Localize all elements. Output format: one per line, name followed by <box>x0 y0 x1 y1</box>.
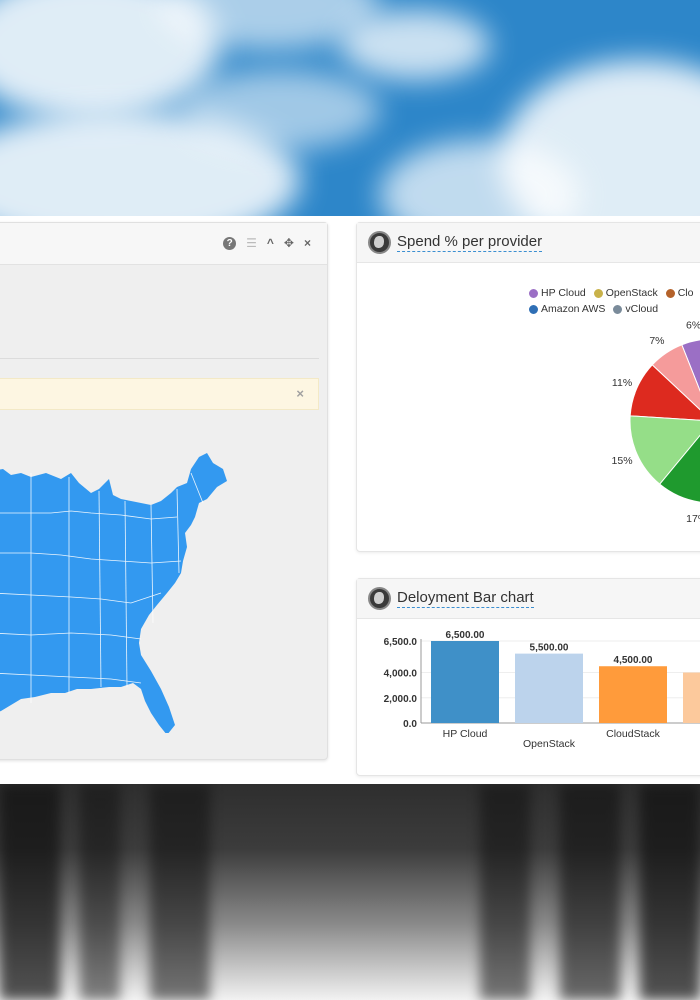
help-icon[interactable]: ? <box>223 236 237 250</box>
server-room-background <box>0 784 700 1000</box>
bar-value-label: 5,500.00 <box>530 643 569 654</box>
pie-slice-label: 15% <box>612 455 633 467</box>
bar-value-label: 6,500.00 <box>446 630 485 641</box>
pie-chart: 6% 7% 11% 15% 17% <box>612 320 700 525</box>
bar-panel: Deloyment Bar chart 0.0 2,000.0 4,000.0 6,5… <box>356 578 700 776</box>
y-tick-label: 6,500.0 <box>384 637 418 648</box>
map-widget-header: ? ☰ ^ ✥ × <box>0 223 327 265</box>
bar[interactable] <box>431 641 499 723</box>
alert-bar: × <box>0 378 319 410</box>
pie-slice-label: 11% <box>612 377 632 389</box>
spend-panel: Spend % per provider HP Cloud OpenStack … <box>356 222 700 552</box>
spend-panel-title[interactable]: Spend % per provider <box>397 233 543 252</box>
bar-panel-header: Deloyment Bar chart <box>357 579 700 619</box>
spend-panel-header: Spend % per provider <box>357 223 700 263</box>
move-icon[interactable]: ✥ <box>284 236 294 250</box>
pie-slice-label: 7% <box>649 335 664 347</box>
y-tick-label: 0.0 <box>403 719 417 730</box>
bar-panel-title[interactable]: Deloyment Bar chart <box>397 589 534 608</box>
map-widget: ? ☰ ^ ✥ × × <box>0 222 328 760</box>
globe-icon <box>368 587 391 610</box>
alert-close-icon[interactable]: × <box>296 386 304 401</box>
collapse-icon[interactable]: ^ <box>267 236 274 250</box>
pie-slice-label: 6% <box>686 320 700 332</box>
dashboard-area: ? ☰ ^ ✥ × × Spend % per provider HP Clou… <box>0 216 700 784</box>
category-label: OpenStack <box>523 738 576 750</box>
map-widget-controls: ? ☰ ^ ✥ × <box>223 236 311 250</box>
bar[interactable] <box>683 672 700 723</box>
bar[interactable] <box>515 653 583 723</box>
y-tick-label: 2,000.0 <box>384 694 418 705</box>
globe-icon <box>368 231 391 254</box>
us-map <box>0 453 227 733</box>
category-label: CloudStack <box>606 728 660 740</box>
pie-slice-label: 17% <box>686 513 700 525</box>
bar[interactable] <box>599 666 667 723</box>
menu-icon[interactable]: ☰ <box>246 236 257 250</box>
y-tick-label: 4,000.0 <box>384 669 418 680</box>
bar-value-label: 4,500.00 <box>614 655 653 666</box>
bar-chart: 0.0 2,000.0 4,000.0 6,500.0 6,500.00 HP Cloud… <box>384 630 700 750</box>
category-label: HP Cloud <box>443 728 488 740</box>
close-icon[interactable]: × <box>304 236 311 250</box>
map-shape[interactable] <box>0 453 227 733</box>
map-divider <box>0 358 319 359</box>
sky-background <box>0 0 700 216</box>
